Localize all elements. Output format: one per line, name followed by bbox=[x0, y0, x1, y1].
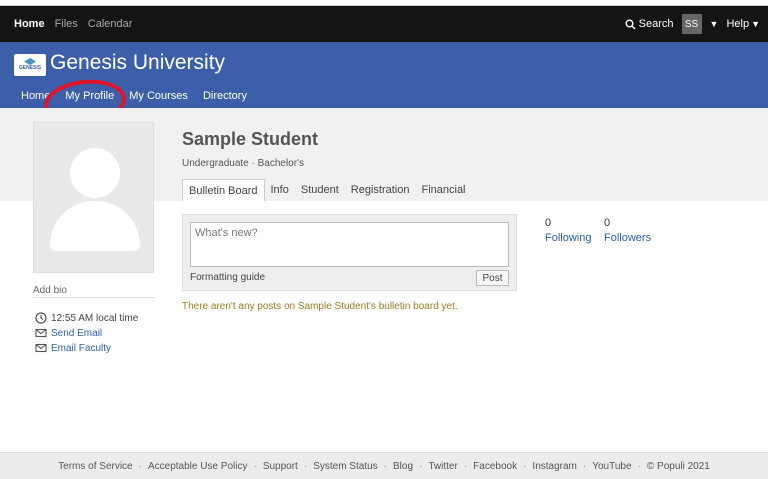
local-time-row: 12:55 AM local time bbox=[35, 312, 138, 324]
email-faculty-row[interactable]: Email Faculty bbox=[35, 342, 111, 354]
footer-link-support[interactable]: Support bbox=[263, 461, 298, 472]
footer-link-twitter[interactable]: Twitter bbox=[428, 461, 457, 472]
nav-my-courses[interactable]: My Courses bbox=[129, 90, 188, 102]
top-links: Home Files Calendar bbox=[14, 18, 132, 30]
top-link-files[interactable]: Files bbox=[55, 18, 78, 30]
profile-tabs: Bulletin Board Info Student Registration… bbox=[182, 179, 472, 201]
footer-separator: · bbox=[463, 460, 468, 472]
chevron-down-icon[interactable]: ▼ bbox=[710, 19, 719, 29]
help-menu[interactable]: Help ▼ bbox=[726, 18, 760, 30]
footer-separator: · bbox=[419, 460, 423, 472]
footer-link-youtube[interactable]: YouTube bbox=[592, 461, 631, 472]
tab-bulletin-board[interactable]: Bulletin Board bbox=[182, 179, 265, 201]
email-faculty-link[interactable]: Email Faculty bbox=[51, 343, 111, 354]
footer-separator: · bbox=[138, 460, 142, 472]
whats-new-input[interactable] bbox=[190, 222, 509, 267]
user-avatar[interactable]: SS bbox=[681, 14, 702, 34]
top-navigation-bar: Home Files Calendar Search SS ▼ Help ▼ bbox=[0, 6, 768, 42]
footer-separator: · bbox=[303, 460, 308, 472]
footer-link-status[interactable]: System Status bbox=[313, 461, 377, 472]
footer-link-blog[interactable]: Blog bbox=[393, 461, 413, 472]
sidebar-divider bbox=[33, 297, 155, 298]
search-icon bbox=[625, 19, 636, 30]
add-bio-link[interactable]: Add bio bbox=[33, 285, 67, 296]
page-footer: Terms of Service · Acceptable Use Policy ·… bbox=[0, 452, 768, 479]
following-link[interactable]: Following bbox=[545, 232, 591, 244]
envelope-icon bbox=[35, 343, 47, 353]
footer-link-facebook[interactable]: Facebook bbox=[473, 461, 517, 472]
help-label: Help bbox=[726, 18, 750, 30]
search-label: Search bbox=[638, 18, 674, 30]
top-right-controls: Search SS ▼ Help ▼ bbox=[625, 14, 760, 34]
tab-financial[interactable]: Financial bbox=[415, 179, 471, 201]
local-time: 12:55 AM local time bbox=[51, 312, 139, 324]
post-composer: Formatting guide Post bbox=[182, 214, 517, 291]
clock-icon bbox=[35, 312, 47, 324]
following-stat[interactable]: 0 Following bbox=[545, 217, 591, 244]
university-title: Genesis University bbox=[50, 51, 226, 74]
footer-link-terms[interactable]: Terms of Service bbox=[58, 461, 132, 472]
post-button[interactable]: Post bbox=[476, 270, 509, 286]
tab-info[interactable]: Info bbox=[265, 179, 295, 201]
formatting-guide-link[interactable]: Formatting guide bbox=[190, 272, 265, 283]
tab-registration[interactable]: Registration bbox=[345, 179, 416, 201]
footer-link-aup[interactable]: Acceptable Use Policy bbox=[148, 461, 248, 472]
avatar-head-shape bbox=[70, 148, 120, 198]
search-button[interactable]: Search bbox=[625, 18, 674, 30]
footer-separator: · bbox=[383, 460, 387, 472]
footer-copyright: © Populi 2021 bbox=[646, 460, 710, 472]
logo-text: GENESIS bbox=[18, 65, 42, 71]
send-email-link[interactable]: Send Email bbox=[51, 328, 102, 339]
top-link-home[interactable]: Home bbox=[14, 18, 45, 30]
profile-name: Sample Student bbox=[182, 129, 319, 149]
followers-count: 0 bbox=[604, 217, 611, 229]
send-email-row[interactable]: Send Email bbox=[35, 327, 102, 339]
top-link-calendar[interactable]: Calendar bbox=[88, 18, 133, 30]
following-count: 0 bbox=[545, 217, 552, 229]
tab-student[interactable]: Student bbox=[295, 179, 345, 201]
footer-separator: · bbox=[582, 460, 587, 472]
footer-separator: · bbox=[253, 460, 257, 472]
empty-bulletin-message: There aren't any posts on Sample Student… bbox=[182, 301, 458, 312]
envelope-icon bbox=[35, 328, 47, 338]
profile-photo-placeholder[interactable] bbox=[33, 122, 154, 273]
followers-stat[interactable]: 0 Followers bbox=[604, 217, 651, 244]
footer-separator: · bbox=[523, 460, 527, 472]
graduation-cap-icon bbox=[24, 58, 36, 65]
followers-link[interactable]: Followers bbox=[604, 232, 651, 244]
profile-degree: Undergraduate · Bachelor's bbox=[182, 158, 304, 169]
footer-link-instagram[interactable]: Instagram bbox=[532, 461, 576, 472]
footer-separator: · bbox=[637, 460, 641, 472]
avatar-body-shape bbox=[50, 201, 140, 251]
chevron-down-icon: ▼ bbox=[751, 19, 760, 29]
university-logo[interactable]: GENESIS bbox=[14, 54, 46, 76]
nav-directory[interactable]: Directory bbox=[203, 90, 247, 102]
